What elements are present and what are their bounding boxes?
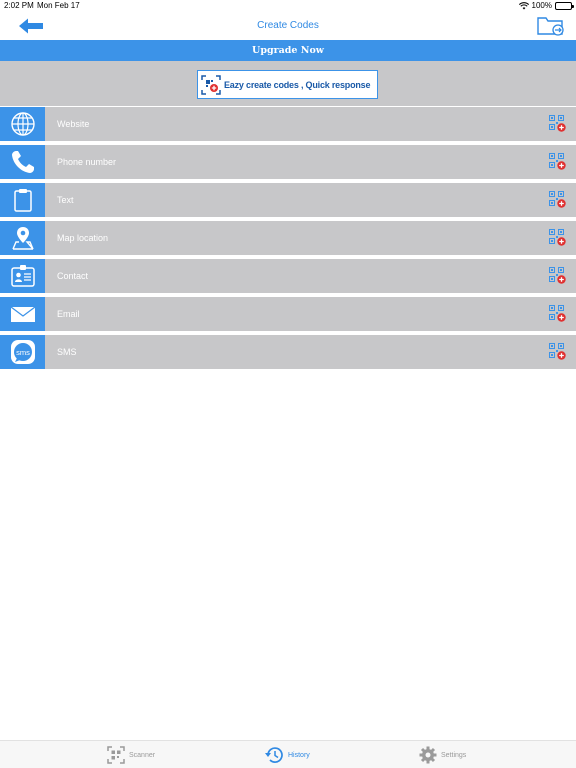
list-item-phone-number[interactable]: Phone number [0,145,576,179]
list-item-website[interactable]: Website [0,107,576,141]
wifi-icon [518,1,529,9]
tab-history[interactable]: History [264,745,310,765]
qr-add-icon [201,74,221,95]
row-icon-box [0,221,45,255]
history-icon [265,747,283,763]
qr-scan-icon [107,746,125,764]
tab-bar: Scanner History Settings [0,740,576,768]
map-pin-icon [11,227,34,250]
tab-settings[interactable]: Settings [419,745,466,765]
add-qr-icon[interactable] [549,305,566,322]
upgrade-now-button[interactable]: Upgrade Now [0,40,576,61]
list-item-label: Phone number [57,157,117,167]
tab-label: Scanner [129,751,156,759]
list-item-label: Email [57,309,80,319]
contact-card-icon [10,265,35,287]
row-icon-box: sms [0,335,45,369]
status-bar: 2:02 PM Mon Feb 17 100% [0,0,576,12]
add-qr-icon[interactable] [549,267,566,284]
list-item-label: SMS [57,347,77,357]
svg-text:sms: sms [16,348,30,357]
clipboard-icon [13,189,32,212]
status-date: Mon Feb 17 [37,1,80,10]
list-item-label: Map location [57,233,109,243]
list-item-contact[interactable]: Contact [0,259,576,293]
globe-icon [10,112,35,136]
list-item-label: Website [57,119,90,129]
add-qr-icon[interactable] [549,343,566,360]
list-item-map-location[interactable]: Map location [0,221,576,255]
status-right: 100% [518,1,574,10]
add-qr-icon[interactable] [549,115,566,132]
row-icon-box [0,259,45,293]
battery-percent: 100% [531,1,552,10]
tab-label: Settings [441,751,467,759]
gear-icon [419,746,437,764]
row-icon-box [0,107,45,141]
row-icon-box [0,183,45,217]
row-icon-box [0,297,45,331]
list-item-email[interactable]: Email [0,297,576,331]
page-title: Create Codes [257,20,319,31]
list-item-text[interactable]: Text [0,183,576,217]
list-item-label: Text [57,195,74,205]
banner-area: Eazy create codes , Quick response [0,61,576,106]
tab-label: History [288,751,310,759]
add-qr-icon[interactable] [549,191,566,208]
create-codes-banner[interactable]: Eazy create codes , Quick response [197,70,378,99]
status-time: 2:02 PM [4,1,34,10]
add-qr-icon[interactable] [549,153,566,170]
list-item-sms[interactable]: sms SMS [0,335,576,369]
row-icon-box [0,145,45,179]
tab-scanner[interactable]: Scanner [107,745,155,765]
battery-icon [555,1,574,10]
add-qr-icon[interactable] [549,229,566,246]
nav-bar: Create Codes [0,12,576,40]
banner-text: Eazy create codes , Quick response [224,79,371,90]
phone-icon [11,151,34,173]
list-item-label: Contact [57,271,89,281]
folder-export-icon[interactable] [536,15,566,37]
envelope-icon [10,306,35,322]
sms-bubble-icon: sms [10,340,35,364]
